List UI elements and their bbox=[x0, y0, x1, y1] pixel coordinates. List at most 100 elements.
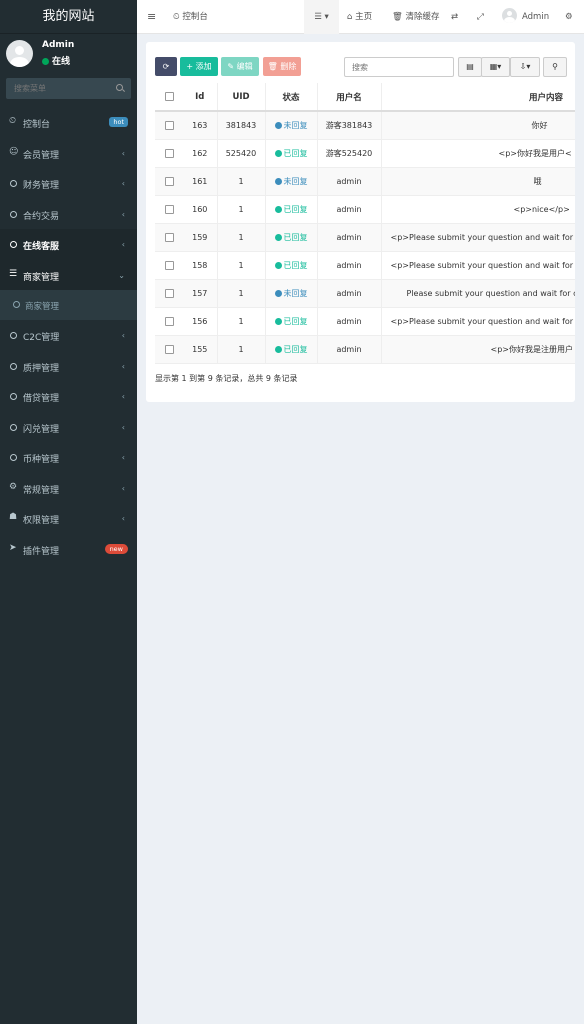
row-select-cell[interactable] bbox=[155, 167, 183, 196]
chevron-left-icon: ‹ bbox=[121, 331, 125, 340]
sidebar-item[interactable]: 合约交易 ‹ bbox=[0, 199, 137, 230]
cell-id: 159 bbox=[183, 223, 217, 252]
sidebar-item-label: 在线客服 bbox=[23, 242, 60, 252]
sidebar-item[interactable]: ☗ 权限管理 ‹ bbox=[0, 503, 137, 534]
circle-icon bbox=[10, 241, 17, 248]
table-row[interactable]: 155 1 已回复 admin <p>你好我是注册用户 bbox=[155, 335, 575, 364]
nav-menu-toggle[interactable]: ☰ ▾ bbox=[304, 0, 339, 34]
table-row[interactable]: 159 1 已回复 admin <p>Please submit your questi… bbox=[155, 223, 575, 252]
table-row[interactable]: 161 1 未回复 admin 哦 bbox=[155, 167, 575, 196]
sidebar-item[interactable]: ☰ 商家管理 ⌄ bbox=[0, 259, 137, 290]
column-header-id[interactable]: Id bbox=[183, 83, 217, 112]
sidebar-item[interactable]: ⏲ 控制台 hot bbox=[0, 107, 137, 138]
menu-search-input[interactable] bbox=[6, 78, 131, 99]
search-icon[interactable] bbox=[116, 84, 123, 91]
clear-cache-button[interactable]: 🗑 清除缓存 bbox=[392, 0, 440, 34]
add-button[interactable]: + 添加 bbox=[180, 57, 218, 76]
row-select-cell[interactable] bbox=[155, 195, 183, 224]
table-row[interactable]: 157 1 未回复 admin Please submit your question … bbox=[155, 279, 575, 308]
sidebar-item[interactable]: 闪兑管理 ‹ bbox=[0, 412, 137, 443]
edit-button[interactable]: ✎ 编辑 bbox=[221, 57, 259, 76]
cogs-icon[interactable]: ⚙ bbox=[565, 0, 573, 34]
site-logo[interactable]: 我的网站 bbox=[0, 0, 137, 34]
table-search-input[interactable] bbox=[344, 57, 454, 77]
sidebar-item[interactable]: ➤ 插件管理 new bbox=[0, 534, 137, 565]
status-dot-icon bbox=[274, 289, 282, 297]
select-all-checkbox[interactable] bbox=[164, 91, 174, 101]
cell-username: admin bbox=[316, 307, 381, 336]
row-select-cell[interactable] bbox=[155, 111, 183, 140]
cell-status: 已回复 bbox=[264, 251, 317, 280]
circle-icon bbox=[10, 210, 17, 218]
row-checkbox[interactable] bbox=[164, 316, 174, 326]
admin-menu[interactable]: Admin bbox=[502, 0, 549, 34]
cell-id: 163 bbox=[183, 111, 217, 140]
group-icon: ☗ bbox=[9, 512, 18, 522]
sidebar-item[interactable]: 借贷管理 ‹ bbox=[0, 381, 137, 412]
tab-dashboard[interactable]: ⏲ 控制台 bbox=[173, 0, 208, 34]
cell-status: 已回复 bbox=[264, 335, 317, 364]
column-header-username[interactable]: 用户名 bbox=[316, 83, 381, 112]
home-link[interactable]: ⌂ 主页 bbox=[347, 0, 372, 34]
table-row[interactable]: 162 525420 已回复 游客525420 <p>你好我是用户< bbox=[155, 139, 575, 168]
toggle-view-button[interactable]: ▤ bbox=[458, 57, 482, 77]
row-checkbox[interactable] bbox=[164, 232, 174, 242]
table-row[interactable]: 156 1 已回复 admin <p>Please submit your questi… bbox=[155, 307, 575, 336]
user-panel: Admin 在线 bbox=[0, 34, 137, 72]
add-label: 添加 bbox=[195, 62, 212, 71]
cell-content: <p>Please submit your question and wait … bbox=[380, 251, 575, 280]
table-row[interactable]: 163 381843 未回复 游客381843 你好 bbox=[155, 111, 575, 140]
row-select-cell[interactable] bbox=[155, 251, 183, 280]
sidebar-item[interactable]: ⚙ 常规管理 ‹ bbox=[0, 473, 137, 504]
user-status: 在线 bbox=[42, 54, 70, 67]
sidebar-badge: new bbox=[104, 543, 128, 554]
row-checkbox[interactable] bbox=[164, 148, 174, 158]
row-select-cell[interactable] bbox=[155, 335, 183, 364]
circle-icon bbox=[10, 362, 17, 370]
delete-button[interactable]: 🗑 删除 bbox=[263, 57, 301, 76]
row-checkbox[interactable] bbox=[164, 260, 174, 270]
cell-uid: 1 bbox=[216, 335, 265, 364]
column-header-content[interactable]: 用户内容 bbox=[380, 83, 575, 112]
select-all-header[interactable] bbox=[155, 83, 183, 112]
admin-label: Admin bbox=[522, 12, 550, 22]
language-icon[interactable]: ⇄ bbox=[451, 0, 458, 34]
row-select-cell[interactable] bbox=[155, 223, 183, 252]
row-checkbox[interactable] bbox=[164, 204, 174, 214]
sidebar-item[interactable]: 币种管理 ‹ bbox=[0, 442, 137, 473]
row-checkbox[interactable] bbox=[164, 176, 174, 186]
sidebar-item[interactable]: 质押管理 ‹ bbox=[0, 351, 137, 382]
sidebar-item[interactable]: 财务管理 ‹ bbox=[0, 168, 137, 199]
column-header-uid[interactable]: UID bbox=[216, 83, 265, 112]
sidebar-item[interactable]: ☺ 会员管理 ‹ bbox=[0, 138, 137, 169]
row-select-cell[interactable] bbox=[155, 279, 183, 308]
chevron-left-icon: ‹ bbox=[121, 148, 125, 158]
table-row[interactable]: 160 1 已回复 admin <p>nice</p> bbox=[155, 195, 575, 224]
column-header-status[interactable]: 状态 bbox=[264, 83, 317, 112]
export-button[interactable]: ⇩▾ bbox=[510, 57, 540, 77]
refresh-button[interactable]: ⟳ bbox=[155, 57, 177, 76]
row-select-cell[interactable] bbox=[155, 139, 183, 168]
menu-search[interactable] bbox=[6, 78, 131, 99]
table-body: 163 381843 未回复 游客381843 你好 162 525420 已回复 游客5254… bbox=[155, 111, 575, 364]
advanced-search-button[interactable]: ⚲ bbox=[543, 57, 567, 77]
row-select-cell[interactable] bbox=[155, 307, 183, 336]
table-row[interactable]: 158 1 已回复 admin <p>Please submit your questi… bbox=[155, 251, 575, 280]
sidebar-subitem[interactable]: 商家管理 bbox=[0, 290, 137, 320]
user-status-label: 在线 bbox=[52, 57, 71, 67]
cell-uid: 1 bbox=[216, 195, 265, 224]
columns-button[interactable]: ▦▾ bbox=[481, 57, 510, 77]
chevron-left-icon: ‹ bbox=[121, 209, 125, 219]
row-checkbox[interactable] bbox=[164, 120, 174, 130]
circle-icon bbox=[10, 332, 17, 339]
avatar bbox=[6, 40, 33, 67]
chevron-left-icon: ‹ bbox=[121, 514, 125, 523]
cell-status: 未回复 bbox=[264, 167, 317, 196]
chevron-left-icon: ‹ bbox=[121, 179, 125, 188]
fullscreen-icon[interactable]: ⤢ bbox=[477, 0, 484, 34]
row-checkbox[interactable] bbox=[164, 288, 174, 298]
sidebar-item[interactable]: 在线客服 ‹ bbox=[0, 229, 137, 260]
hamburger-icon[interactable]: ≡ bbox=[147, 0, 156, 34]
row-checkbox[interactable] bbox=[164, 344, 174, 354]
sidebar-item[interactable]: C2C管理 ‹ bbox=[0, 320, 137, 351]
